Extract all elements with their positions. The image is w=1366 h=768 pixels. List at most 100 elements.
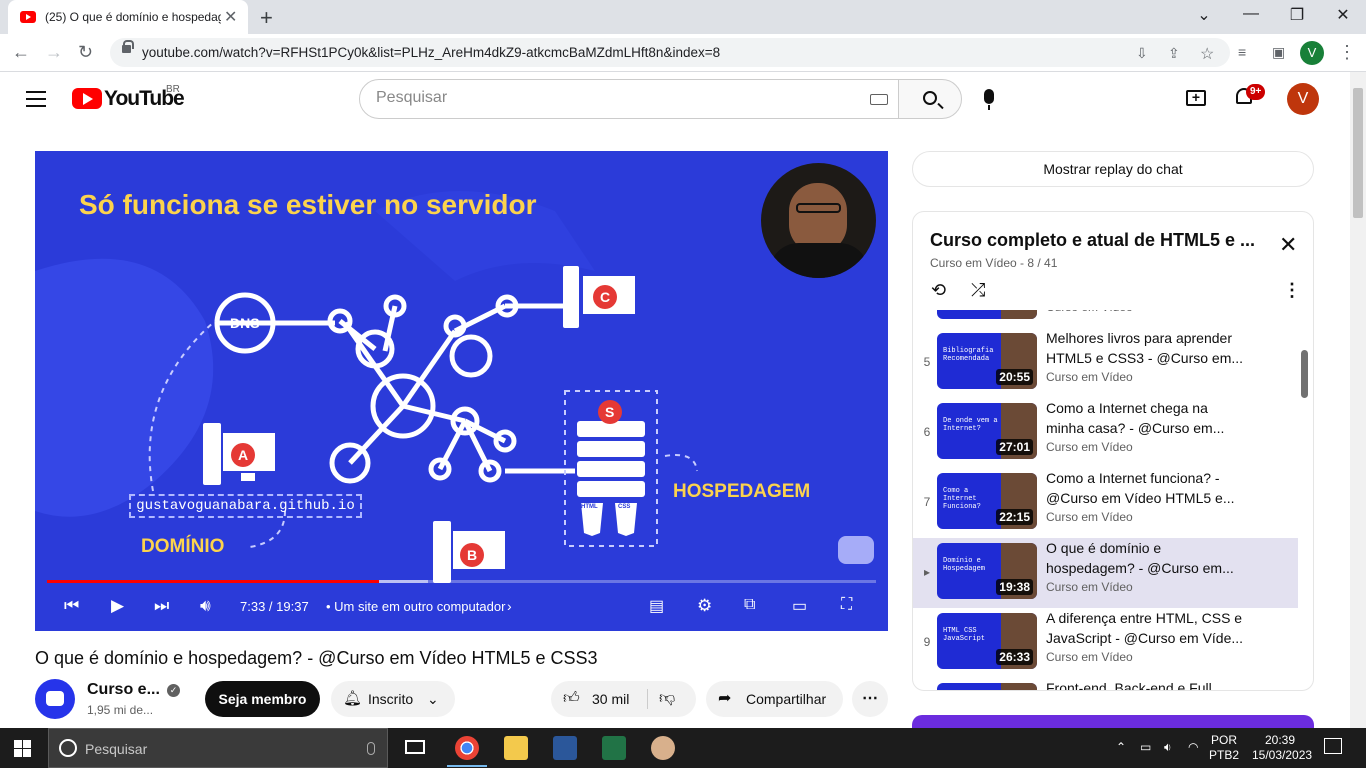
chapter-chevron-icon[interactable]: › (507, 598, 512, 614)
channel-name[interactable]: Curso e... (87, 681, 160, 699)
windows-start-icon[interactable] (14, 740, 31, 757)
miniplayer-icon[interactable]: ⧉ (744, 596, 755, 614)
fullscreen-icon[interactable]: ⛶ (841, 596, 852, 614)
loop-icon[interactable]: ⟲ (931, 280, 946, 301)
back-icon[interactable]: ← (12, 42, 30, 63)
previous-icon[interactable]: ⏮ (64, 596, 79, 616)
taskbar-search[interactable]: Pesquisar (48, 728, 388, 768)
subscribed-button[interactable]: 🔔︎ Inscrito ⌄ (331, 681, 455, 717)
maximize-button[interactable]: ❐ (1277, 5, 1317, 25)
youtube-logo-icon[interactable] (72, 88, 102, 109)
tab-search-icon[interactable]: ⌄ (1184, 5, 1224, 25)
paint-app-icon[interactable] (651, 736, 675, 760)
playlist-item-title[interactable]: A diferença entre HTML, CSS e JavaScript… (1046, 608, 1246, 648)
playlist-item-duration: 26:33 (996, 649, 1033, 665)
page-scrollbar[interactable] (1350, 72, 1366, 728)
playlist-item-title[interactable]: Como a Internet chega na minha casa? - @… (1046, 398, 1246, 438)
search-input[interactable] (376, 89, 856, 107)
wifi-icon[interactable]: ◠ (1188, 740, 1198, 754)
playlist-item[interactable]: Curso em Vídeo (913, 310, 1298, 328)
dislike-icon[interactable]: 👎︎ (659, 681, 675, 717)
create-video-icon[interactable]: + (1186, 90, 1206, 106)
playlist-item-thumbnail[interactable]: Como a Internet Funciona? 22:15 (937, 473, 1037, 529)
next-icon[interactable]: ⏭ (154, 596, 169, 616)
video-player[interactable]: Só funciona se estiver no servidor DNS A… (35, 151, 888, 631)
like-count[interactable]: 30 mil (592, 681, 629, 717)
cortana-icon (59, 739, 77, 757)
task-view-icon[interactable] (405, 740, 425, 754)
menu-icon[interactable] (26, 91, 46, 107)
playlist-title[interactable]: Curso completo e atual de HTML5 e ... (930, 230, 1260, 251)
browser-tab-active[interactable]: (25) O que é domínio e hospedagem? - @Cu… (8, 0, 248, 34)
playlist-item[interactable]: Front-end, Back-end e Full... (913, 678, 1298, 690)
browser-menu-icon[interactable]: ⋮ (1338, 42, 1356, 63)
taskbar-clock[interactable]: 20:39 15/03/2023 (1252, 733, 1312, 763)
page-scrollbar-thumb[interactable] (1353, 88, 1363, 218)
playlist-item-title[interactable]: O que é domínio e hospedagem? - @Curso e… (1046, 538, 1246, 578)
shuffle-icon[interactable]: ⤮ (971, 280, 985, 301)
language-indicator[interactable]: POR PTB2 (1208, 733, 1240, 763)
forward-icon[interactable]: → (45, 42, 63, 63)
playlist-item-thumbnail[interactable] (937, 683, 1037, 690)
playlist-more-icon[interactable]: ⋮ (1283, 280, 1301, 301)
taskbar-search-placeholder: Pesquisar (85, 741, 148, 757)
address-bar[interactable]: youtube.com/watch?v=RFHSt1PCy0k&list=PLH… (110, 38, 1230, 67)
excel-app-icon[interactable] (602, 736, 626, 760)
playlist-item-thumbnail[interactable] (937, 310, 1037, 319)
file-explorer-icon[interactable] (504, 736, 528, 760)
browser-profile-avatar[interactable]: V (1300, 41, 1324, 65)
playlist-item-title[interactable]: Como a Internet funciona? - @Curso em Ví… (1046, 468, 1246, 508)
theater-mode-icon[interactable]: ▭ (792, 596, 807, 616)
playlist-item[interactable]: 9 HTML CSS JavaScript 26:33 A diferença ent… (913, 608, 1298, 678)
playlist-item-title[interactable]: Front-end, Back-end e Full... (1046, 678, 1246, 690)
volume-tray-icon[interactable]: 🔉︎ (1164, 740, 1172, 755)
share-button[interactable]: ➦ Compartilhar (706, 681, 843, 717)
bookmark-star-icon[interactable]: ☆ (1200, 44, 1214, 64)
show-chat-replay-button[interactable]: Mostrar replay do chat (912, 151, 1314, 187)
playlist-item[interactable]: 7 Como a Internet Funciona? 22:15 Como a In… (913, 468, 1298, 538)
taskbar-mic-icon[interactable] (367, 742, 375, 755)
channel-avatar[interactable] (35, 679, 75, 719)
play-icon[interactable]: ▶ (111, 596, 124, 616)
playlist-item-thumbnail[interactable]: De onde vem a Internet? 27:01 (937, 403, 1037, 459)
reload-icon[interactable]: ↻ (78, 42, 93, 63)
side-panel-icon[interactable]: ▣ (1272, 44, 1285, 61)
search-button[interactable] (898, 79, 962, 119)
account-avatar[interactable]: V (1287, 83, 1319, 115)
playlist-item-thumbnail[interactable]: HTML CSS JavaScript 26:33 (937, 613, 1037, 669)
chapter-button[interactable]: • Um site em outro computador (326, 599, 505, 614)
playlist-item[interactable]: 5 Bibliografia Recomendada 20:55 Melhores l… (913, 328, 1298, 398)
playlist-item-title[interactable]: Melhores livros para aprender HTML5 e CS… (1046, 328, 1246, 368)
volume-icon[interactable]: 🔊︎ (200, 596, 211, 616)
playlist-item-thumbnail[interactable]: Bibliografia Recomendada 20:55 (937, 333, 1037, 389)
node-b-label: B (467, 547, 478, 563)
close-icon[interactable]: ✕ (1279, 232, 1297, 258)
notification-center-icon[interactable] (1324, 738, 1342, 754)
promo-banner[interactable] (912, 715, 1314, 728)
battery-icon[interactable]: ▭ (1140, 740, 1151, 754)
word-app-icon[interactable] (553, 736, 577, 760)
playlist-item-thumbnail[interactable]: Domínio e Hospedagem 19:38 (937, 543, 1037, 599)
media-control-icon[interactable]: ≡ (1238, 44, 1246, 60)
tab-close-icon[interactable]: ✕ (224, 7, 237, 27)
tray-chevron-icon[interactable]: ⌃ (1116, 740, 1126, 754)
playlist-item[interactable]: ▸ Domínio e Hospedagem 19:38 O que é domíni… (913, 538, 1298, 608)
join-button[interactable]: Seja membro (205, 681, 320, 717)
voice-search-icon[interactable] (984, 89, 994, 110)
install-app-icon[interactable]: ⇩ (1136, 45, 1148, 62)
new-tab-button[interactable]: + (260, 5, 273, 31)
lock-icon[interactable] (122, 40, 134, 53)
playlist-scrollbar[interactable] (1301, 350, 1308, 398)
close-window-button[interactable]: ✕ (1323, 5, 1363, 25)
thumbnail-text: Como a Internet Funciona? (943, 487, 981, 511)
minimize-button[interactable]: — (1231, 5, 1271, 23)
like-icon[interactable]: 👍︎ (563, 681, 580, 717)
share-page-icon[interactable]: ⇪ (1168, 45, 1180, 62)
settings-gear-icon[interactable]: ⚙ (697, 596, 712, 616)
more-actions-button[interactable]: ⋯ (852, 681, 888, 717)
playlist-item[interactable]: 6 De onde vem a Internet? 27:01 Como a Inte… (913, 398, 1298, 468)
playlist-subtitle[interactable]: Curso em Vídeo - 8 / 41 (930, 256, 1057, 270)
keyboard-icon[interactable] (870, 94, 888, 105)
chrome-app-icon[interactable] (447, 736, 487, 767)
subtitles-icon[interactable]: ▤ (649, 596, 664, 616)
